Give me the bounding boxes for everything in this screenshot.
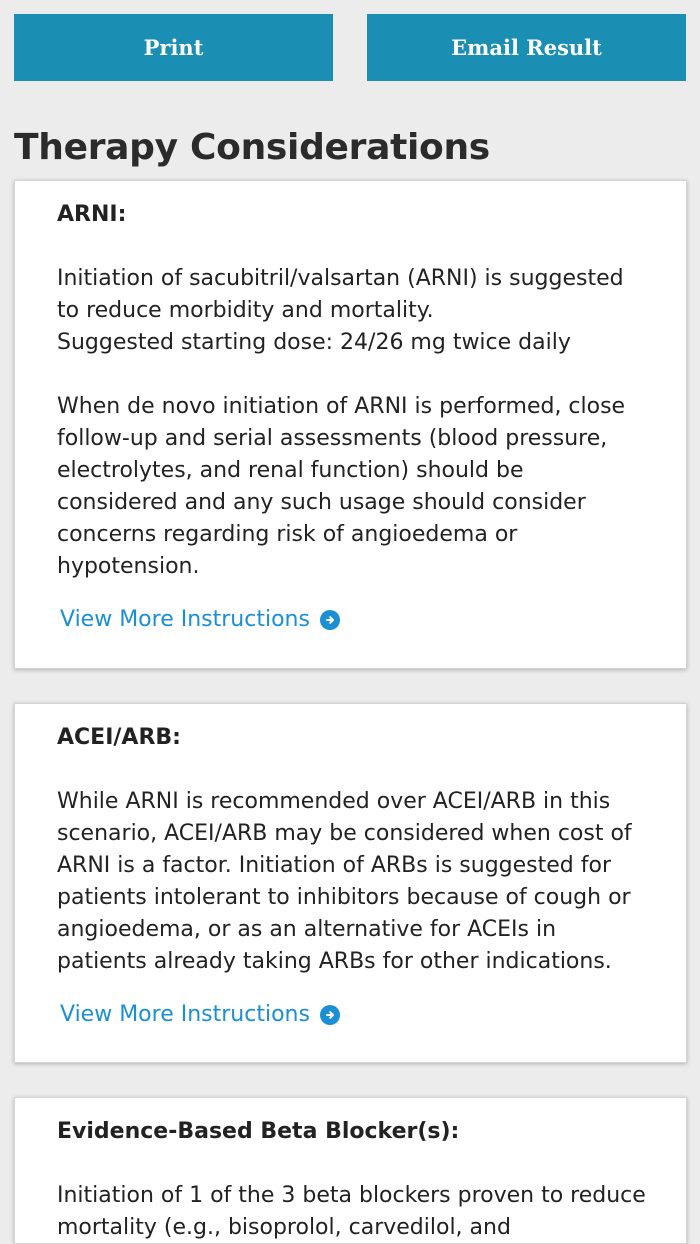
card-title: ARNI: [57,202,127,227]
text-line: Suggested starting dose: 24/26 mg twice … [57,330,571,355]
circle-arrow-right-icon [319,610,340,630]
link-label: View More Instructions [60,607,310,632]
text-line: to reduce morbidity and mortality. [57,298,434,323]
toolbar: Print Email Result [14,14,686,81]
arni-card: ARNI: Initiation of sacubitril/valsartan… [14,180,687,669]
card-paragraph: Initiation of sacubitril/valsartan (ARNI… [57,263,644,359]
page-title: Therapy Considerations [14,127,490,168]
card-title: ACEI/ARB: [57,725,181,750]
card-title: Evidence-Based Beta Blocker(s): [57,1119,460,1144]
link-label: View More Instructions [60,1002,310,1027]
card-paragraph: When de novo initiation of ARNI is perfo… [57,394,626,579]
text-line: Initiation of sacubitril/valsartan (ARNI… [57,266,624,291]
card-paragraph: Initiation of 1 of the 3 beta blockers p… [57,1183,646,1240]
view-more-instructions-link[interactable]: View More Instructions [60,999,340,1031]
email-result-button[interactable]: Email Result [367,14,686,81]
view-more-instructions-link[interactable]: View More Instructions [60,604,340,636]
card-paragraph: While ARNI is recommended over ACEI/ARB … [57,789,632,974]
print-button[interactable]: Print [14,14,333,81]
beta-blocker-card: Evidence-Based Beta Blocker(s): Initiati… [14,1097,687,1244]
acei-arb-card: ACEI/ARB: While ARNI is recommended over… [14,703,687,1063]
circle-arrow-right-icon [319,1005,340,1025]
